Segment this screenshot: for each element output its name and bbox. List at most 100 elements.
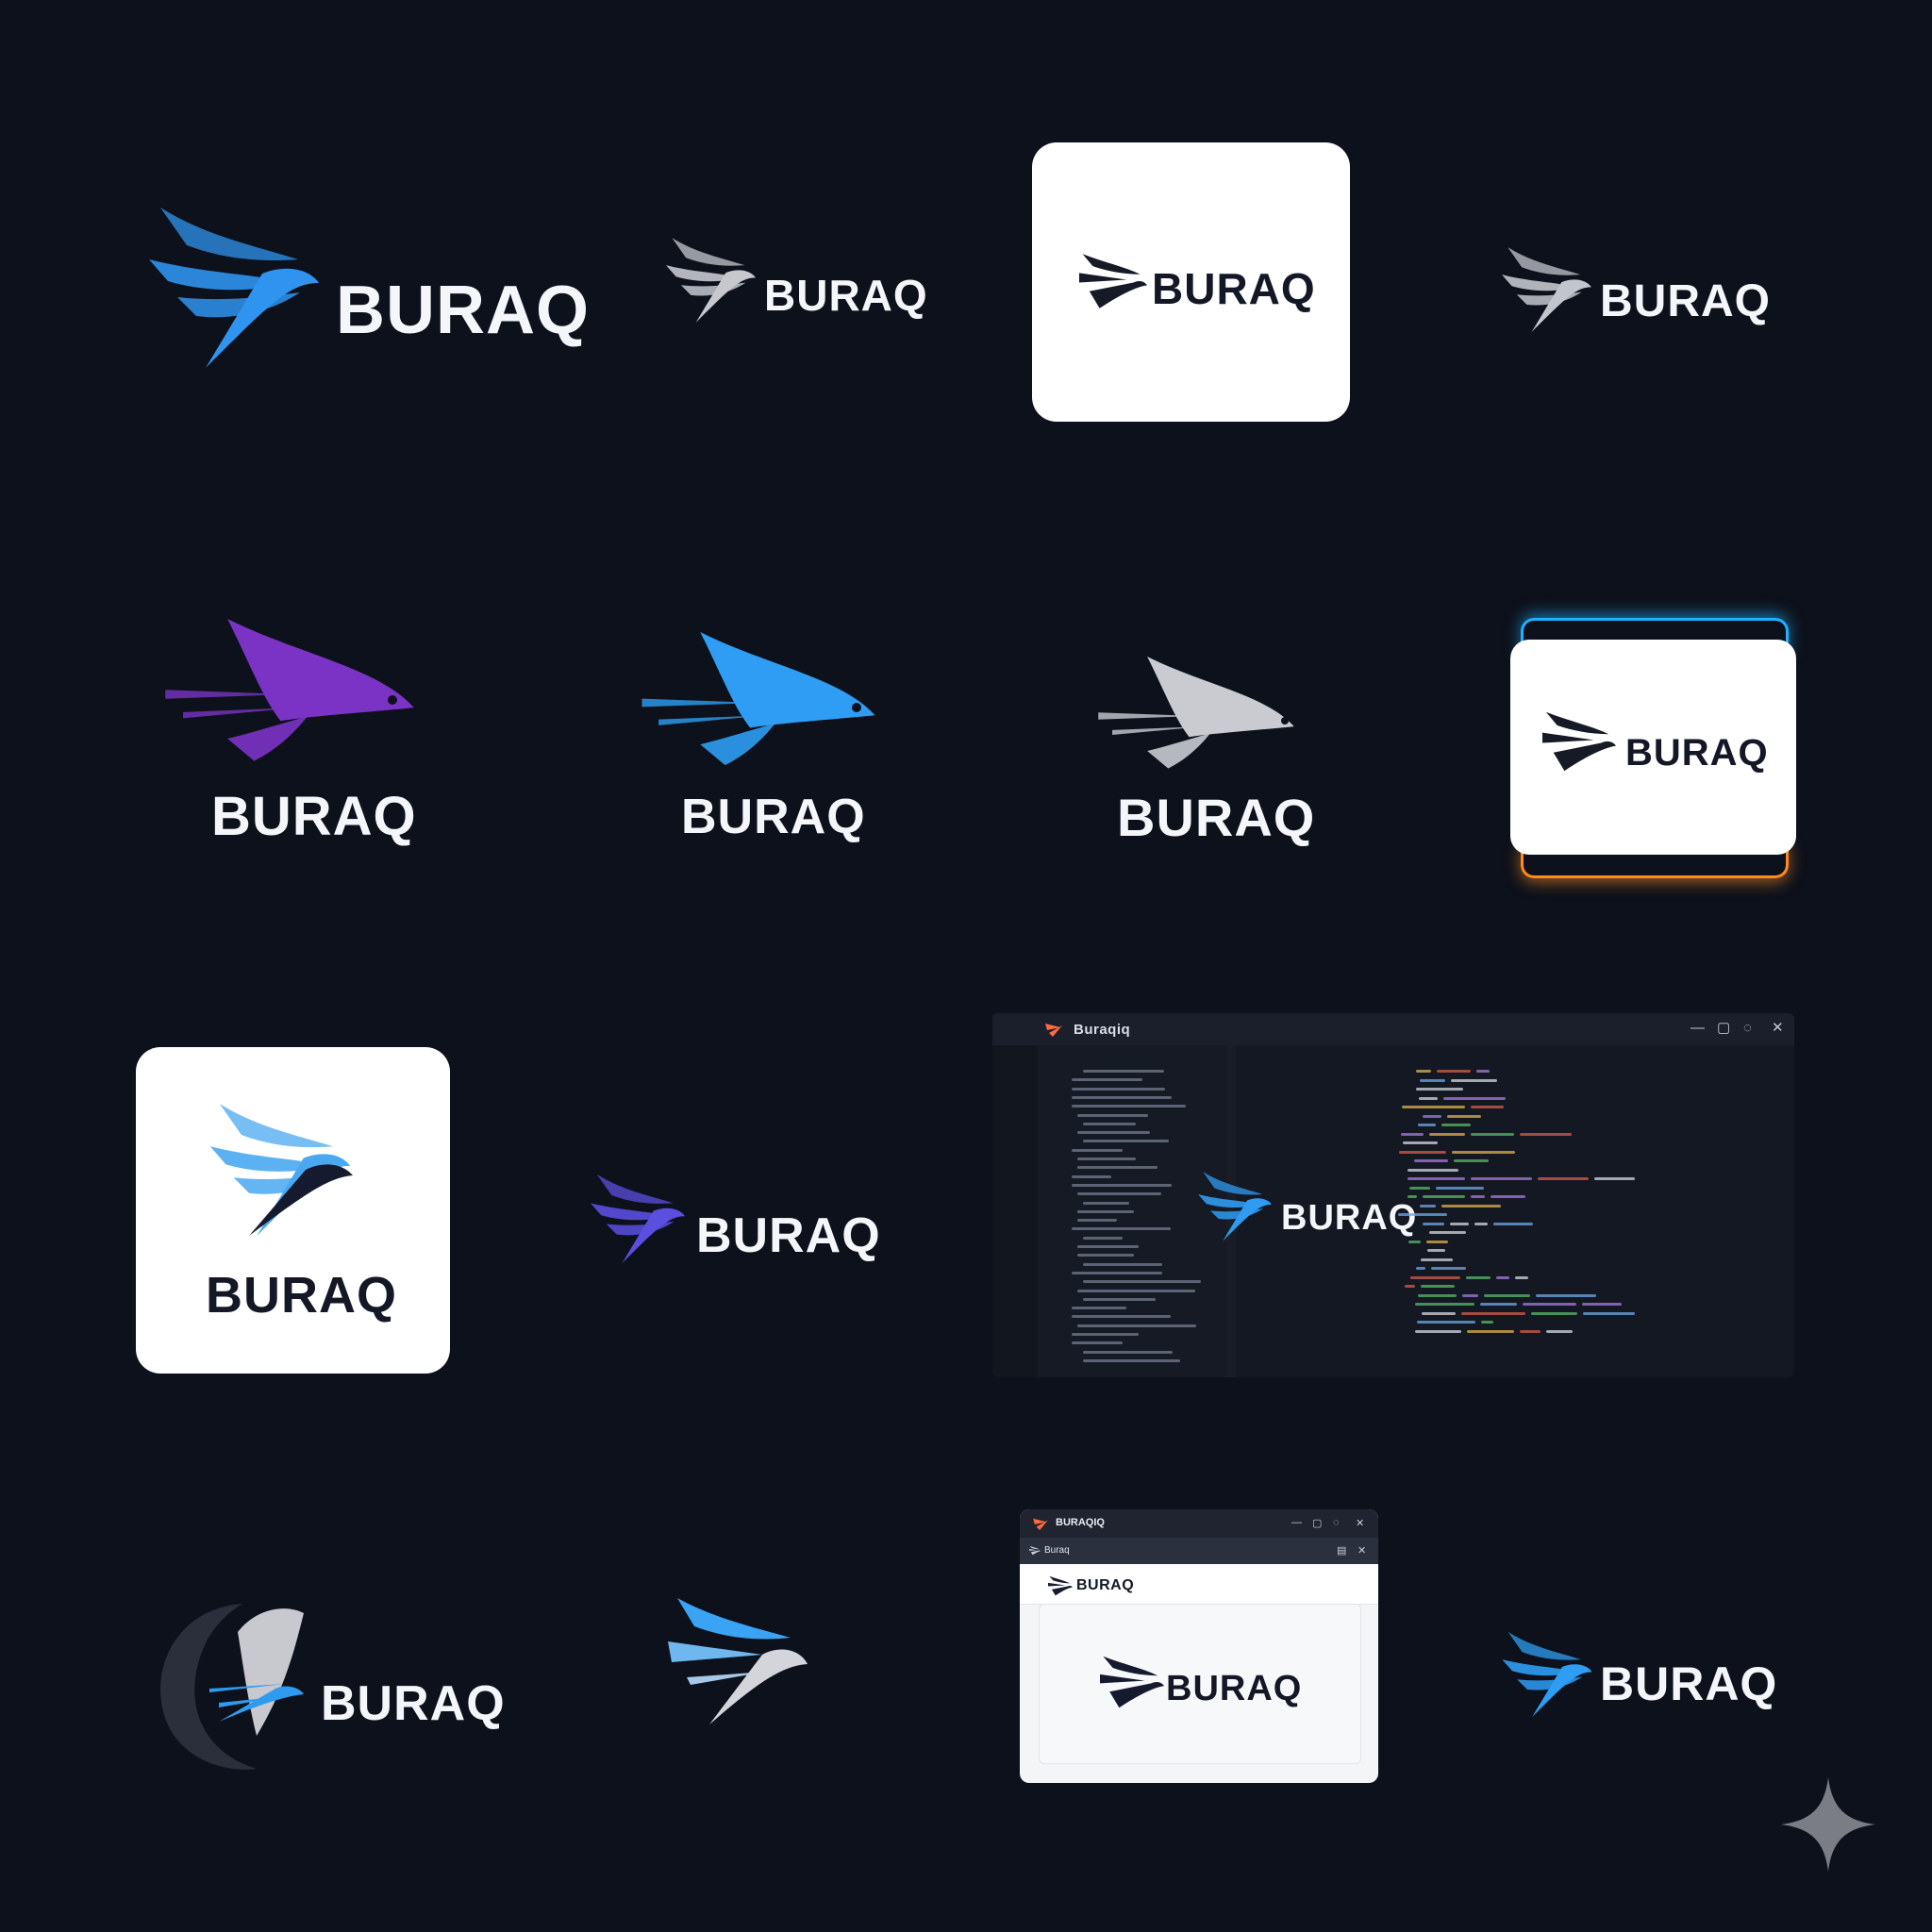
tab-menu-icon[interactable]: ▤ bbox=[1337, 1544, 1346, 1557]
file-entry[interactable] bbox=[1083, 1122, 1136, 1125]
code-token bbox=[1452, 1150, 1515, 1154]
window-title-bar: BURAQIQ — ▢ ◌ ✕ bbox=[1020, 1509, 1378, 1538]
code-token bbox=[1476, 1070, 1490, 1073]
window-tab-bar[interactable]: Buraq ▤ ✕ bbox=[1020, 1538, 1378, 1564]
file-entry[interactable] bbox=[1072, 1315, 1171, 1319]
code-token bbox=[1536, 1293, 1596, 1297]
wordmark: BURAQ bbox=[1117, 788, 1316, 847]
wordmark: BURAQ bbox=[764, 271, 928, 320]
settings-button[interactable]: ◌ bbox=[1743, 1021, 1752, 1036]
code-token bbox=[1423, 1222, 1444, 1225]
bird-logo-icon bbox=[1100, 1654, 1164, 1710]
code-token bbox=[1531, 1311, 1577, 1315]
bird-eye-icon bbox=[388, 695, 397, 705]
logo-variant-5: BURAQ bbox=[158, 619, 432, 847]
file-entry[interactable] bbox=[1072, 1307, 1126, 1310]
code-token bbox=[1441, 1124, 1471, 1126]
code-token bbox=[1405, 1285, 1415, 1288]
file-entry[interactable] bbox=[1077, 1192, 1161, 1196]
file-entry[interactable] bbox=[1072, 1095, 1172, 1099]
wordmark: BURAQ bbox=[211, 786, 417, 847]
minimize-button[interactable]: — bbox=[1690, 1021, 1705, 1036]
file-entry[interactable] bbox=[1083, 1201, 1129, 1205]
bird-body-icon bbox=[249, 1164, 353, 1236]
tab-close-button[interactable]: ✕ bbox=[1357, 1544, 1366, 1557]
file-entry[interactable] bbox=[1072, 1174, 1111, 1178]
file-entry[interactable] bbox=[1072, 1333, 1139, 1336]
file-entry[interactable] bbox=[1083, 1236, 1123, 1240]
file-entry[interactable] bbox=[1077, 1324, 1196, 1327]
file-entry[interactable] bbox=[1083, 1350, 1173, 1354]
ide-activity-bar bbox=[992, 1045, 1038, 1377]
maximize-button[interactable]: ▢ bbox=[1312, 1517, 1322, 1529]
code-token bbox=[1474, 1222, 1488, 1225]
code-token bbox=[1407, 1168, 1458, 1172]
code-token bbox=[1443, 1096, 1506, 1100]
file-entry[interactable] bbox=[1083, 1262, 1162, 1266]
file-entry[interactable] bbox=[1072, 1087, 1165, 1091]
window-content-panel: BURAQ bbox=[1039, 1604, 1361, 1764]
file-entry[interactable] bbox=[1083, 1140, 1169, 1143]
file-entry[interactable] bbox=[1077, 1209, 1134, 1213]
code-token bbox=[1407, 1177, 1465, 1180]
code-token bbox=[1416, 1088, 1463, 1091]
bird-logo-icon bbox=[1542, 708, 1616, 775]
logo-variant-3-card: BURAQ bbox=[1032, 142, 1350, 422]
code-token bbox=[1408, 1240, 1421, 1243]
app-logo-icon bbox=[1045, 1024, 1062, 1037]
file-entry[interactable] bbox=[1072, 1148, 1123, 1152]
bird-logo-icon bbox=[591, 1174, 685, 1264]
code-token bbox=[1462, 1293, 1478, 1297]
file-entry[interactable] bbox=[1072, 1271, 1162, 1274]
file-entry[interactable] bbox=[1077, 1131, 1150, 1135]
code-token bbox=[1403, 1141, 1438, 1144]
code-token bbox=[1418, 1293, 1457, 1297]
maximize-button[interactable]: ▢ bbox=[1717, 1021, 1730, 1036]
logo-variant-12: BURAQ bbox=[153, 1594, 511, 1774]
code-token bbox=[1451, 1078, 1497, 1082]
code-token bbox=[1427, 1249, 1445, 1252]
code-token bbox=[1401, 1132, 1424, 1136]
code-token bbox=[1538, 1177, 1589, 1180]
ide-title-bar: Buraqiq — ▢ ◌ ✕ bbox=[992, 1013, 1794, 1045]
settings-button[interactable]: ◌ bbox=[1333, 1517, 1340, 1528]
file-entry[interactable] bbox=[1077, 1289, 1195, 1292]
close-button[interactable]: ✕ bbox=[1356, 1517, 1364, 1529]
code-token bbox=[1419, 1096, 1438, 1100]
logo-variant-7: BURAQ bbox=[1079, 657, 1324, 855]
code-token bbox=[1420, 1204, 1436, 1208]
file-entry[interactable] bbox=[1083, 1297, 1156, 1301]
code-token bbox=[1583, 1311, 1635, 1315]
wordmark: BURAQ bbox=[206, 1267, 397, 1324]
file-entry[interactable] bbox=[1072, 1227, 1171, 1231]
code-token bbox=[1480, 1303, 1517, 1306]
file-entry[interactable] bbox=[1072, 1183, 1172, 1187]
code-token bbox=[1416, 1267, 1425, 1270]
file-entry[interactable] bbox=[1077, 1254, 1134, 1257]
close-button[interactable]: ✕ bbox=[1772, 1021, 1784, 1036]
code-token bbox=[1426, 1240, 1448, 1243]
code-token bbox=[1398, 1213, 1447, 1216]
file-entry[interactable] bbox=[1083, 1358, 1180, 1362]
logo-variant-10: BURAQ bbox=[591, 1174, 880, 1268]
code-token bbox=[1421, 1285, 1455, 1288]
file-entry[interactable] bbox=[1077, 1158, 1136, 1160]
code-token bbox=[1523, 1303, 1576, 1306]
code-token bbox=[1423, 1195, 1465, 1198]
file-entry[interactable] bbox=[1077, 1219, 1117, 1223]
code-token bbox=[1454, 1159, 1489, 1162]
file-entry[interactable] bbox=[1072, 1341, 1123, 1345]
file-entry[interactable] bbox=[1077, 1113, 1148, 1117]
ide-title-text: Buraqiq bbox=[1074, 1022, 1131, 1038]
code-token bbox=[1441, 1204, 1501, 1208]
code-token bbox=[1471, 1195, 1485, 1198]
file-entry[interactable] bbox=[1083, 1070, 1164, 1073]
wordmark: BURAQ bbox=[681, 790, 866, 844]
file-entry[interactable] bbox=[1072, 1105, 1186, 1108]
code-token bbox=[1416, 1070, 1431, 1073]
file-entry[interactable] bbox=[1077, 1166, 1158, 1170]
file-entry[interactable] bbox=[1072, 1078, 1142, 1082]
file-entry[interactable] bbox=[1083, 1280, 1201, 1284]
minimize-button[interactable]: — bbox=[1291, 1517, 1302, 1528]
file-entry[interactable] bbox=[1077, 1245, 1139, 1248]
